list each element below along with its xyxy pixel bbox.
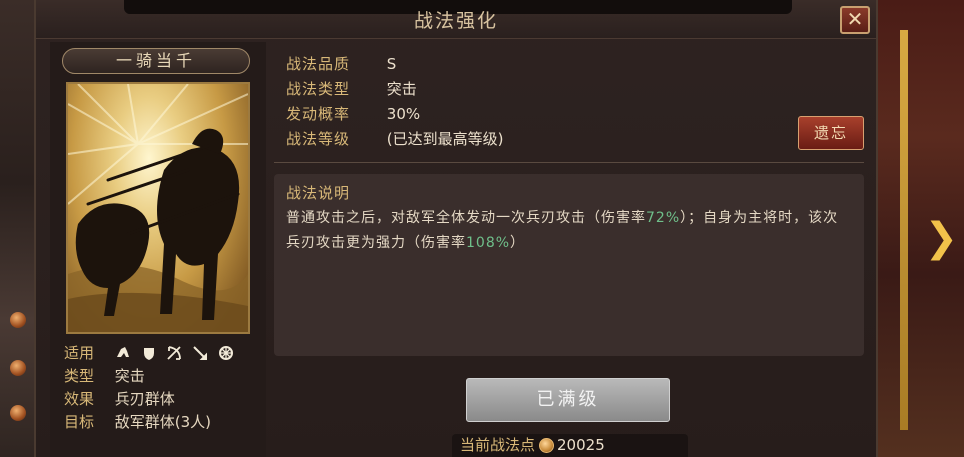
description-part: 普通攻击之后，对敌军全体发动一次兵刃攻击（伤害率 xyxy=(286,210,646,226)
info-row-quality: 战法品质 S xyxy=(286,52,866,77)
orb-icon xyxy=(10,312,26,328)
chevron-right-icon[interactable]: ❯ xyxy=(924,215,958,261)
tactic-point-coin-icon xyxy=(539,438,555,453)
description-title: 战法说明 xyxy=(286,184,351,202)
attr-value: 兵刃群体 xyxy=(114,390,175,408)
tactic-name: 一骑当千 xyxy=(62,48,250,74)
chance-label: 发动概率 xyxy=(286,105,351,123)
tactic-info: 战法品质 S 战法类型 突击 发动概率 30% 战法等级 (已达到最高等级) xyxy=(286,52,866,152)
orb-icon xyxy=(10,405,26,421)
siege-icon xyxy=(218,346,233,360)
info-row-level: 战法等级 (已达到最高等级) xyxy=(286,127,866,152)
quality-label: 战法品质 xyxy=(286,55,351,73)
tactic-illustration xyxy=(66,82,250,334)
info-row-type: 战法类型 突击 xyxy=(286,77,866,102)
attr-key: 效果 xyxy=(64,390,95,408)
tactic-attributes: 适用 类型 突击 效果 兵刃群体 目标 敌军群体(3人) xyxy=(64,342,264,434)
tactic-points-bar: 当前战法点 20025 xyxy=(452,434,688,457)
spear-icon xyxy=(193,346,208,360)
description-text: 普通攻击之后，对敌军全体发动一次兵刃攻击（伤害率72%）；自身为主将时，该次兵刃… xyxy=(286,206,852,256)
description-part: ） xyxy=(510,235,526,251)
tactic-card-panel: 一骑当千 适用 类型 突击 效果 兵刃群体 目标 敌军群体(3人) xyxy=(50,42,266,457)
description-box: 战法说明 普通攻击之后，对敌军全体发动一次兵刃攻击（伤害率72%）；自身为主将时… xyxy=(274,174,864,356)
info-row-chance: 发动概率 30% xyxy=(286,102,866,127)
chance-value: 30% xyxy=(386,105,421,123)
title-bar: 战法强化 ✕ xyxy=(36,0,876,39)
dialog-title: 战法强化 xyxy=(413,10,498,32)
attr-key: 目标 xyxy=(64,413,95,431)
type-value: 突击 xyxy=(386,80,417,98)
damage-rate-normal: 72% xyxy=(646,210,681,226)
close-button[interactable]: ✕ xyxy=(840,6,870,34)
attr-row-effect: 效果 兵刃群体 xyxy=(64,388,264,411)
forget-button[interactable]: 遗忘 xyxy=(798,116,864,150)
level-label: 战法等级 xyxy=(286,130,351,148)
level-value: (已达到最高等级) xyxy=(386,130,504,148)
background-left xyxy=(0,0,34,457)
cavalry-icon xyxy=(116,347,129,357)
attr-key: 适用 xyxy=(64,344,95,362)
attr-row-applicable: 适用 xyxy=(64,342,264,365)
damage-rate-leader: 108% xyxy=(466,235,511,251)
quality-value: S xyxy=(386,55,397,73)
orb-icon xyxy=(10,360,26,376)
attr-row-type: 类型 突击 xyxy=(64,365,264,388)
bow-icon xyxy=(167,346,182,360)
attr-key: 类型 xyxy=(64,367,95,385)
divider xyxy=(274,162,864,163)
background-stripe xyxy=(900,30,908,430)
type-label: 战法类型 xyxy=(286,80,351,98)
points-value: 20025 xyxy=(557,436,605,454)
attr-value: 突击 xyxy=(114,367,145,385)
cavalry-charge-art xyxy=(68,84,248,332)
background-right: ❯ xyxy=(878,0,964,457)
attr-value: 敌军群体(3人) xyxy=(114,413,212,431)
tactic-upgrade-dialog: 战法强化 ✕ 一骑当千 适用 类型 突击 效果 兵刃群体 目标 敌军群体(3人)… xyxy=(34,0,878,457)
shield-icon xyxy=(143,348,154,360)
max-level-button[interactable]: 已满级 xyxy=(466,378,670,422)
attr-row-target: 目标 敌军群体(3人) xyxy=(64,411,264,434)
points-label: 当前战法点 xyxy=(460,436,536,454)
